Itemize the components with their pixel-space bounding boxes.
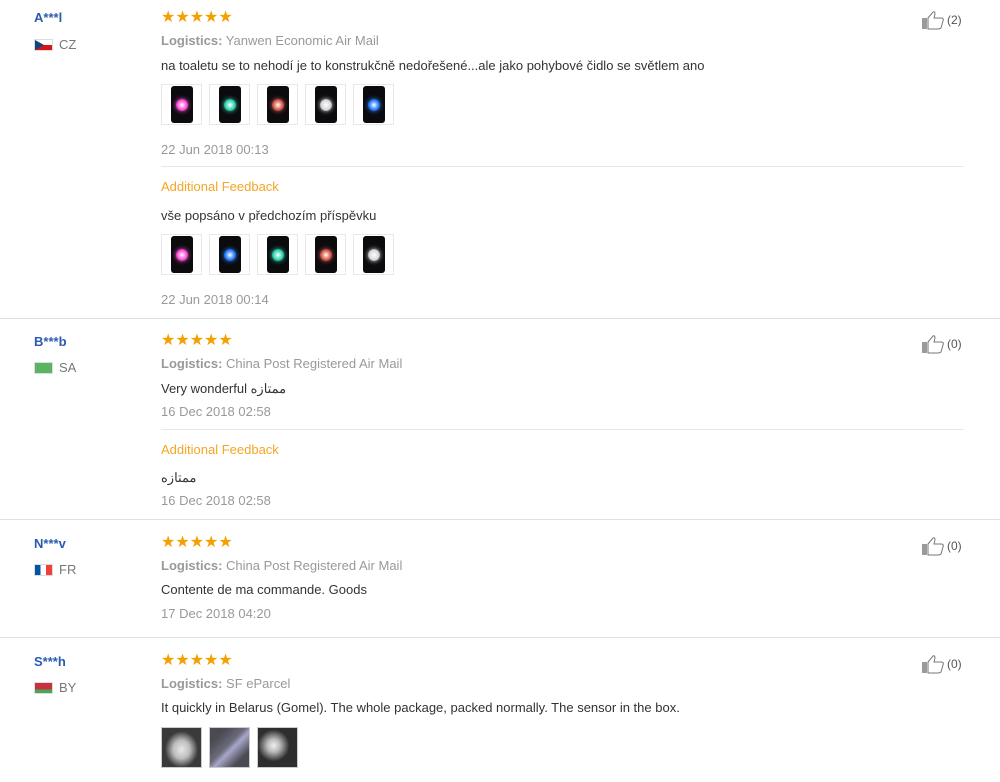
review-image-thumbnail[interactable] (257, 84, 298, 125)
review-date: 16 Dec 2018 02:58 (161, 404, 271, 419)
logistics-value: China Post Registered Air Mail (226, 356, 403, 371)
reviewer-name[interactable]: A***l (34, 10, 62, 25)
helpful-count: (2) (947, 13, 962, 27)
review-separator (0, 519, 1000, 520)
reviewer-name[interactable]: B***b (34, 334, 67, 349)
helpful-button[interactable]: (0) (921, 654, 962, 674)
flag-icon (34, 38, 53, 51)
thumbs-up-icon (922, 11, 944, 30)
logistics-label: Logistics: (161, 558, 223, 573)
review-text: Contente de ma commande. Goods (161, 582, 367, 597)
additional-feedback-date: 22 Jun 2018 00:14 (161, 292, 269, 307)
reviewer-country: SA (34, 360, 76, 375)
review-images (161, 727, 298, 768)
flag-icon (34, 361, 53, 374)
helpful-count: (0) (947, 657, 962, 671)
star-rating: ★★★★★ (161, 9, 233, 26)
review-image-thumbnail[interactable] (305, 84, 346, 125)
helpful-button[interactable]: (2) (921, 10, 962, 30)
photo-image (170, 236, 193, 273)
additional-feedback-label: Additional Feedback (161, 179, 279, 194)
review-images (161, 84, 394, 125)
review-separator (0, 318, 1000, 319)
reviewer-country: CZ (34, 37, 76, 52)
review-image-thumbnail[interactable] (161, 727, 202, 768)
review-date: 17 Dec 2018 04:20 (161, 606, 271, 621)
star-rating: ★★★★★ (161, 652, 233, 669)
photo-image (314, 86, 337, 123)
thumbs-up-icon (922, 335, 944, 354)
logistics-value: China Post Registered Air Mail (226, 558, 403, 573)
logistics-info: Logistics: China Post Registered Air Mai… (161, 356, 402, 371)
additional-feedback-label: Additional Feedback (161, 442, 279, 457)
photo-image (314, 236, 337, 273)
review-text: It quickly in Belarus (Gomel). The whole… (161, 700, 680, 715)
star-rating: ★★★★★ (161, 332, 233, 349)
helpful-button[interactable]: (0) (921, 334, 962, 354)
review-image-thumbnail[interactable] (353, 84, 394, 125)
thumbs-up-icon (922, 537, 944, 556)
logistics-value: Yanwen Economic Air Mail (225, 33, 379, 48)
review-image-thumbnail[interactable] (305, 234, 346, 275)
star-rating: ★★★★★ (161, 534, 233, 551)
logistics-label: Logistics: (161, 356, 223, 371)
country-code: SA (59, 360, 77, 375)
review-image-thumbnail[interactable] (209, 234, 250, 275)
flag-icon (34, 563, 53, 576)
review-text: na toaletu se to nehodí je to konstrukčn… (161, 58, 705, 73)
reviewer-country: BY (34, 680, 76, 695)
logistics-info: Logistics: China Post Registered Air Mai… (161, 558, 402, 573)
country-code: CZ (59, 37, 77, 52)
review-date: 22 Jun 2018 00:13 (161, 142, 269, 157)
additional-feedback-text: vše popsáno v předchozím příspěvku (161, 208, 377, 223)
review-image-thumbnail[interactable] (161, 84, 202, 125)
helpful-count: (0) (947, 539, 962, 553)
photo-image (362, 236, 385, 273)
helpful-count: (0) (947, 337, 962, 351)
review-text: Very wonderful ممتازه (161, 381, 287, 396)
photo-image (266, 236, 289, 273)
review-image-thumbnail[interactable] (257, 234, 298, 275)
reviewer-name[interactable]: S***h (34, 654, 66, 669)
logistics-info: Logistics: Yanwen Economic Air Mail (161, 33, 379, 48)
logistics-label: Logistics: (161, 676, 223, 691)
logistics-label: Logistics: (161, 33, 223, 48)
review-image-thumbnail[interactable] (257, 727, 298, 768)
country-code: BY (59, 680, 77, 695)
country-code: FR (59, 562, 77, 577)
additional-feedback-images (161, 234, 394, 275)
logistics-value: SF eParcel (226, 676, 291, 691)
photo-image (218, 86, 241, 123)
divider (161, 429, 964, 430)
logistics-info: Logistics: SF eParcel (161, 676, 290, 691)
review-image-thumbnail[interactable] (161, 234, 202, 275)
review-image-thumbnail[interactable] (209, 727, 250, 768)
review-image-thumbnail[interactable] (209, 84, 250, 125)
thumbs-up-icon (922, 655, 944, 674)
divider (161, 166, 964, 167)
photo-image (362, 86, 385, 123)
review-image-thumbnail[interactable] (353, 234, 394, 275)
photo-image (218, 236, 241, 273)
additional-feedback-date: 16 Dec 2018 02:58 (161, 493, 271, 508)
flag-icon (34, 681, 53, 694)
helpful-button[interactable]: (0) (921, 536, 962, 556)
photo-image (170, 86, 193, 123)
reviewer-country: FR (34, 562, 76, 577)
review-separator (0, 637, 1000, 638)
reviewer-name[interactable]: N***v (34, 536, 66, 551)
photo-image (266, 86, 289, 123)
additional-feedback-text: ممتازه (161, 470, 197, 485)
